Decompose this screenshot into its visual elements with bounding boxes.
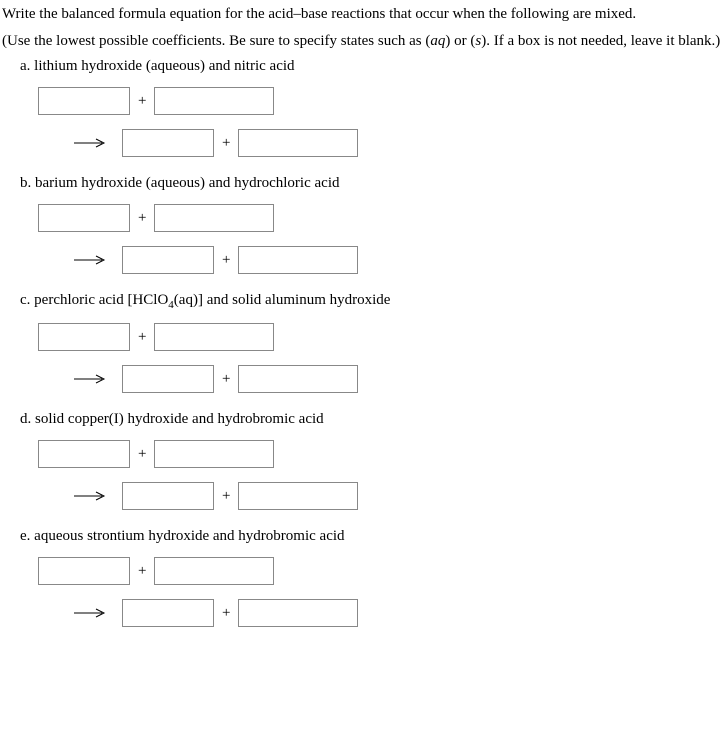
question-b-label: b. barium hydroxide (aqueous) and hydroc… [20, 175, 722, 192]
product-e-2[interactable] [238, 599, 358, 627]
arrow-icon [74, 608, 108, 618]
inst2-post: ). If a box is not needed, leave it blan… [481, 33, 720, 49]
question-d-label: d. solid copper(I) hydroxide and hydrobr… [20, 411, 722, 428]
product-d-1[interactable] [122, 482, 214, 510]
plus-b-1: + [138, 210, 146, 227]
arrow-icon [74, 491, 108, 501]
question-b: b. barium hydroxide (aqueous) and hydroc… [2, 175, 722, 274]
instruction-line-2: (Use the lowest possible coefficients. B… [2, 31, 722, 52]
product-a-2[interactable] [238, 129, 358, 157]
question-c-suffix: and solid aluminum hydroxide [203, 292, 390, 308]
products-row-a: + [74, 129, 722, 157]
question-e-label: e. aqueous strontium hydroxide and hydro… [20, 528, 722, 545]
inst2-aq: aq [430, 33, 445, 49]
reactant-a-2[interactable] [154, 87, 274, 115]
inst2-pre: (Use the lowest possible coefficients. B… [2, 33, 430, 49]
question-a-text: lithium hydroxide (aqueous) and nitric a… [34, 58, 294, 74]
question-b-letter: b. [20, 175, 31, 191]
product-a-1[interactable] [122, 129, 214, 157]
question-a-label: a. lithium hydroxide (aqueous) and nitri… [20, 58, 722, 75]
products-row-e: + [74, 599, 722, 627]
reactant-c-1[interactable] [38, 323, 130, 351]
reactant-d-1[interactable] [38, 440, 130, 468]
question-c-label: c. perchloric acid [HClO4(aq)] and solid… [20, 292, 722, 311]
product-b-1[interactable] [122, 246, 214, 274]
question-e-letter: e. [20, 528, 30, 544]
plus-a-1: + [138, 93, 146, 110]
question-c: c. perchloric acid [HClO4(aq)] and solid… [2, 292, 722, 393]
product-d-2[interactable] [238, 482, 358, 510]
question-a: a. lithium hydroxide (aqueous) and nitri… [2, 58, 722, 157]
plus-c-1: + [138, 329, 146, 346]
plus-e-1: + [138, 563, 146, 580]
reactants-row-d: + [38, 440, 722, 468]
question-c-formula-state: (aq) [174, 292, 198, 308]
reactant-c-2[interactable] [154, 323, 274, 351]
products-row-b: + [74, 246, 722, 274]
product-c-2[interactable] [238, 365, 358, 393]
plus-a-2: + [222, 135, 230, 152]
question-d-text: solid copper(I) hydroxide and hydrobromi… [35, 411, 324, 427]
reactants-row-b: + [38, 204, 722, 232]
reactant-e-1[interactable] [38, 557, 130, 585]
reactant-b-2[interactable] [154, 204, 274, 232]
question-a-letter: a. [20, 58, 30, 74]
reactant-a-1[interactable] [38, 87, 130, 115]
question-e: e. aqueous strontium hydroxide and hydro… [2, 528, 722, 627]
reactant-d-2[interactable] [154, 440, 274, 468]
plus-c-2: + [222, 371, 230, 388]
question-b-text: barium hydroxide (aqueous) and hydrochlo… [35, 175, 339, 191]
reactants-row-c: + [38, 323, 722, 351]
instruction-line-1: Write the balanced formula equation for … [2, 4, 722, 25]
product-c-1[interactable] [122, 365, 214, 393]
reactant-e-2[interactable] [154, 557, 274, 585]
reactants-row-e: + [38, 557, 722, 585]
arrow-icon [74, 374, 108, 384]
arrow-icon [74, 255, 108, 265]
question-c-letter: c. [20, 292, 30, 308]
plus-e-2: + [222, 605, 230, 622]
reactant-b-1[interactable] [38, 204, 130, 232]
question-c-formula-h: HClO [132, 292, 168, 308]
plus-d-1: + [138, 446, 146, 463]
products-row-d: + [74, 482, 722, 510]
product-b-2[interactable] [238, 246, 358, 274]
plus-b-2: + [222, 252, 230, 269]
question-e-text: aqueous strontium hydroxide and hydrobro… [34, 528, 344, 544]
question-c-prefix: perchloric acid [34, 292, 127, 308]
arrow-icon [74, 138, 108, 148]
reactants-row-a: + [38, 87, 722, 115]
plus-d-2: + [222, 488, 230, 505]
product-e-1[interactable] [122, 599, 214, 627]
inst2-mid: ) or ( [445, 33, 475, 49]
question-d-letter: d. [20, 411, 31, 427]
question-d: d. solid copper(I) hydroxide and hydrobr… [2, 411, 722, 510]
products-row-c: + [74, 365, 722, 393]
